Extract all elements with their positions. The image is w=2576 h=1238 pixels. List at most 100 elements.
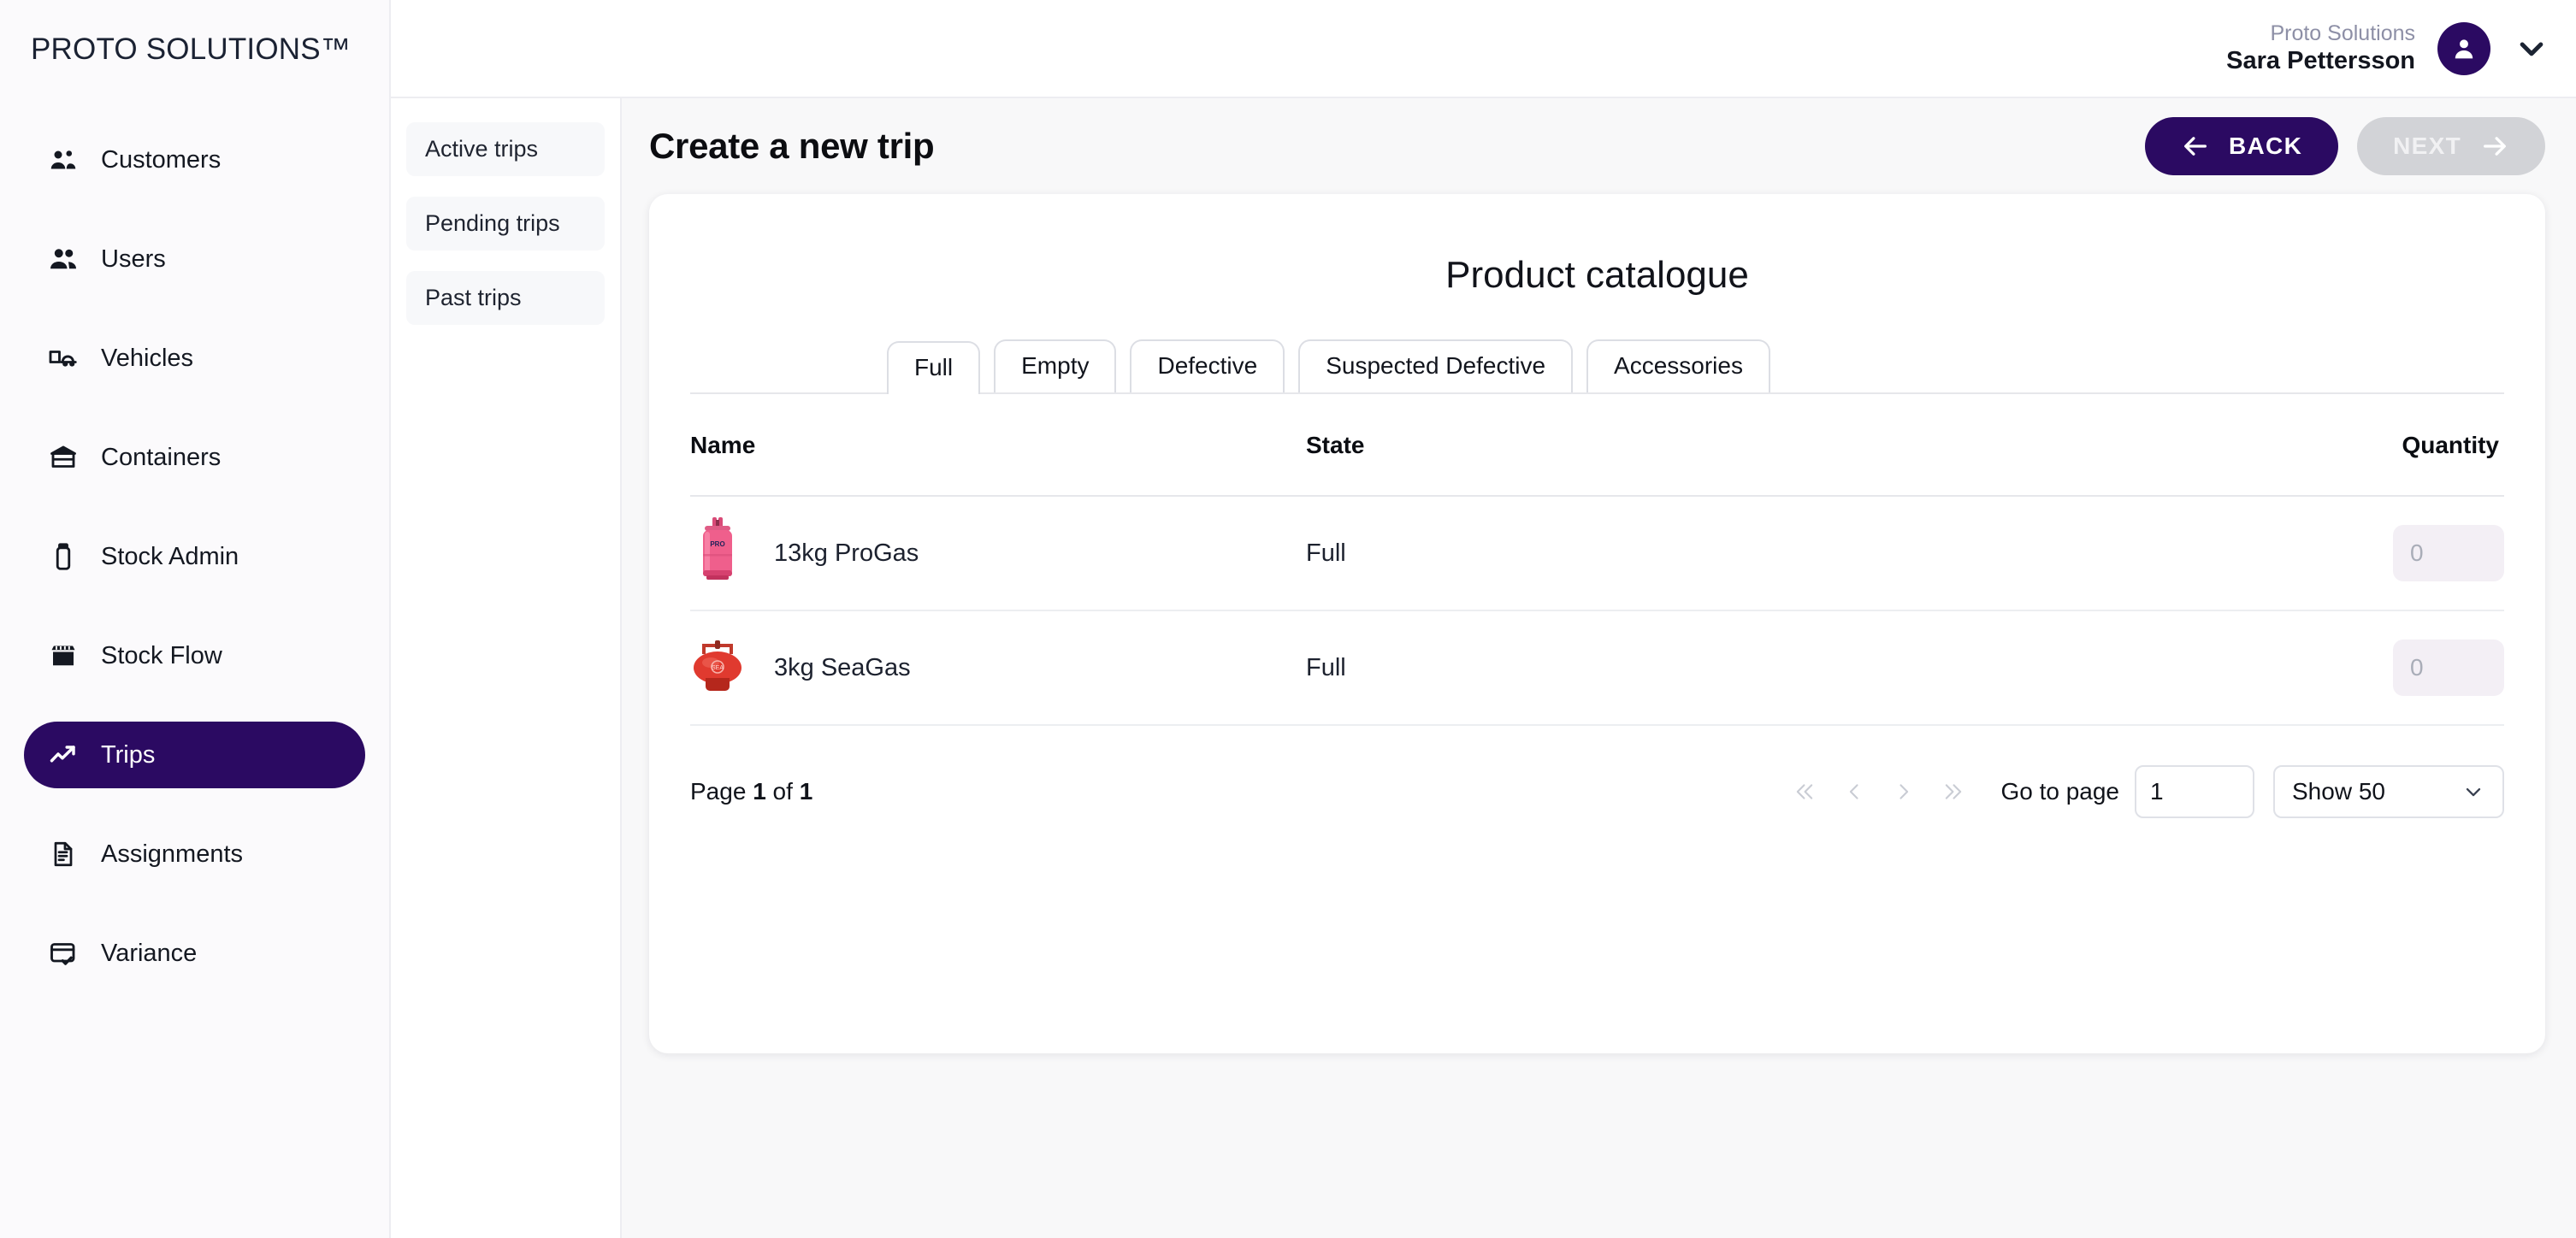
sidebar-nav: Customers Users Vehicles Containers Stoc… bbox=[0, 127, 389, 987]
app-root: PROTO SOLUTIONS™ Customers Users Vehicle… bbox=[0, 0, 2576, 1238]
arrow-right-icon bbox=[2484, 137, 2506, 156]
chevron-down-icon bbox=[2520, 42, 2544, 56]
sidebar-item-customers[interactable]: Customers bbox=[24, 127, 365, 193]
trips-subnav: Active trips Pending trips Past trips bbox=[391, 98, 622, 1238]
sidebar-item-stock-admin[interactable]: Stock Admin bbox=[24, 523, 365, 590]
page-size-label: Show 50 bbox=[2292, 778, 2385, 805]
sidebar-item-label: Users bbox=[101, 245, 166, 273]
tab-suspected-defective[interactable]: Suspected Defective bbox=[1298, 339, 1574, 392]
topbar: Proto Solutions Sara Pettersson bbox=[391, 0, 2576, 98]
page-status: Page 1 of 1 bbox=[690, 778, 812, 805]
first-page-button[interactable] bbox=[1780, 770, 1829, 813]
pink-gas-cylinder-image: PRO bbox=[690, 516, 745, 591]
below-topbar: Active trips Pending trips Past trips Cr… bbox=[391, 98, 2576, 1238]
red-gas-cylinder-image: SEA bbox=[690, 630, 745, 705]
trips-icon bbox=[48, 740, 79, 770]
back-button-label: BACK bbox=[2229, 133, 2303, 159]
last-page-button[interactable] bbox=[1929, 770, 1978, 813]
quantity-input[interactable] bbox=[2393, 525, 2504, 581]
page-size-select[interactable]: Show 50 bbox=[2273, 765, 2504, 818]
product-quantity-cell bbox=[2248, 610, 2504, 726]
catalogue-title: Product catalogue bbox=[1445, 254, 1749, 296]
sidebar-item-label: Customers bbox=[101, 145, 222, 174]
table-row: SEA 3kg SeaGas Full bbox=[690, 610, 2504, 726]
chevron-left-icon bbox=[1850, 784, 1858, 799]
sidebar-item-users[interactable]: Users bbox=[24, 226, 365, 292]
customers-icon bbox=[48, 144, 79, 175]
sidebar-item-label: Stock Admin bbox=[101, 542, 239, 570]
subnav-item-active-trips[interactable]: Active trips bbox=[406, 122, 605, 176]
assignments-icon bbox=[54, 841, 73, 867]
card-wrapper: Product catalogue Full Empty Defective S… bbox=[622, 194, 2576, 1053]
sidebar-item-trips[interactable]: Trips bbox=[24, 722, 365, 788]
column-header-name: Name bbox=[690, 394, 1306, 497]
brand-logo: PROTO SOLUTIONS™ bbox=[31, 32, 351, 66]
sidebar-item-label: Assignments bbox=[101, 840, 244, 868]
user-menu-toggle[interactable] bbox=[2513, 30, 2550, 68]
product-name-cell: SEA 3kg SeaGas bbox=[690, 610, 1306, 726]
page-middle: of bbox=[772, 778, 793, 805]
quantity-input[interactable] bbox=[2393, 640, 2504, 696]
product-name: 13kg ProGas bbox=[774, 539, 919, 567]
product-quantity-cell bbox=[2248, 496, 2504, 611]
content-header: Create a new trip BACK NEXT bbox=[622, 98, 2576, 194]
tab-defective[interactable]: Defective bbox=[1130, 339, 1285, 392]
variance-icon bbox=[48, 938, 79, 969]
column-header-quantity: Quantity bbox=[2248, 394, 2504, 497]
sidebar-item-label: Trips bbox=[101, 740, 156, 769]
next-button-label: NEXT bbox=[2393, 133, 2461, 159]
product-table: Name State Quantity PRO 13kg ProGas Full… bbox=[690, 394, 2504, 726]
product-name: 3kg SeaGas bbox=[774, 653, 911, 681]
table-header-row: Name State Quantity bbox=[690, 394, 2504, 497]
vehicles-icon bbox=[48, 343, 79, 374]
product-state: Full bbox=[1306, 653, 1346, 681]
sidebar-item-containers[interactable]: Containers bbox=[24, 424, 365, 491]
main-area: Proto Solutions Sara Pettersson Active t… bbox=[391, 0, 2576, 1238]
chevron-double-left-icon bbox=[1797, 784, 1813, 799]
tab-accessories[interactable]: Accessories bbox=[1586, 339, 1770, 392]
page-current: 1 bbox=[753, 778, 766, 805]
product-state: Full bbox=[1306, 539, 1346, 567]
sidebar-item-variance[interactable]: Variance bbox=[24, 920, 365, 987]
pagination: Page 1 of 1 Go to page 1 Show 50 bbox=[690, 726, 2504, 818]
subnav-item-pending-trips[interactable]: Pending trips bbox=[406, 197, 605, 251]
sidebar-item-label: Containers bbox=[101, 443, 222, 471]
goto-page-input[interactable] bbox=[2135, 765, 2254, 818]
sidebar-item-assignments[interactable]: Assignments bbox=[24, 821, 365, 887]
tab-empty[interactable]: Empty bbox=[994, 339, 1117, 392]
sidebar-item-label: Stock Flow bbox=[101, 641, 222, 669]
tab-full[interactable]: Full bbox=[887, 341, 981, 394]
product-state-cell: Full bbox=[1306, 610, 2248, 726]
content: Create a new trip BACK NEXT Product cata… bbox=[622, 98, 2576, 1238]
user-info: Proto Solutions Sara Pettersson bbox=[2226, 21, 2415, 77]
table-row: PRO 13kg ProGas Full bbox=[690, 496, 2504, 611]
next-page-button[interactable] bbox=[1879, 770, 1929, 813]
sidebar-item-label: Variance bbox=[101, 939, 198, 967]
goto-page-label: Go to page bbox=[2000, 778, 2119, 805]
sidebar-item-vehicles[interactable]: Vehicles bbox=[24, 325, 365, 392]
subnav-item-past-trips[interactable]: Past trips bbox=[406, 271, 605, 325]
next-button[interactable]: NEXT bbox=[2357, 117, 2545, 175]
page-total: 1 bbox=[799, 778, 813, 805]
header-actions: BACK NEXT bbox=[2145, 117, 2545, 175]
containers-icon bbox=[48, 442, 79, 473]
product-name-cell: PRO 13kg ProGas bbox=[690, 496, 1306, 611]
chevron-double-right-icon bbox=[1946, 784, 1962, 799]
back-button[interactable]: BACK bbox=[2145, 117, 2339, 175]
avatar[interactable] bbox=[2437, 21, 2490, 75]
sidebar: PROTO SOLUTIONS™ Customers Users Vehicle… bbox=[0, 0, 391, 1238]
catalogue-tabs: Full Empty Defective Suspected Defective… bbox=[690, 339, 2504, 394]
sidebar-item-stock-flow[interactable]: Stock Flow bbox=[24, 622, 365, 689]
arrow-left-icon bbox=[2184, 137, 2207, 156]
page-prefix: Page bbox=[690, 778, 747, 805]
page-title: Create a new trip bbox=[649, 126, 935, 166]
product-state-cell: Full bbox=[1306, 496, 2248, 611]
user-name: Sara Pettersson bbox=[2226, 47, 2415, 75]
svg-text:PRO: PRO bbox=[710, 540, 724, 548]
users-icon bbox=[48, 244, 79, 274]
org-name: Proto Solutions bbox=[2270, 21, 2415, 45]
stock-admin-icon bbox=[48, 541, 79, 572]
prev-page-button[interactable] bbox=[1829, 770, 1879, 813]
sidebar-item-label: Vehicles bbox=[101, 344, 194, 372]
column-header-state: State bbox=[1306, 394, 2248, 497]
